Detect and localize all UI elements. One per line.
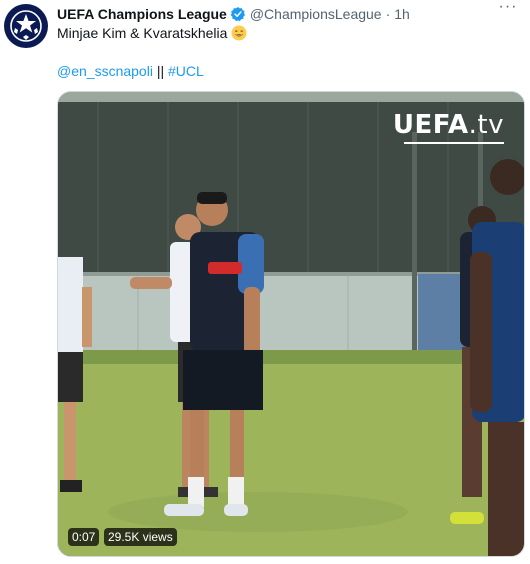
brand-watermark: UEFA.tv [393, 110, 504, 140]
tweet-card[interactable]: UEFA Champions League @ChampionsLeague ·… [0, 0, 530, 564]
more-options-icon[interactable]: ··· [496, 0, 520, 18]
links-divider: || [156, 63, 165, 79]
tweet-links: @en_sscnapoli || #UCL [57, 63, 204, 79]
video-frame [58, 92, 524, 556]
video-player[interactable]: UEFA.tv 0:07 29.5K views [57, 91, 525, 557]
grinning-emoji-icon [231, 25, 247, 41]
video-duration: 0:07 [68, 528, 100, 546]
video-views: 29.5K views [104, 528, 177, 546]
hashtag-link[interactable]: #UCL [168, 63, 204, 79]
avatar[interactable] [4, 4, 48, 48]
starball-logo-icon [10, 10, 42, 42]
author-name[interactable]: UEFA Champions League [57, 6, 227, 22]
tweet-text-content: Minjae Kim & Kvaratskhelia [57, 25, 228, 41]
mention-link[interactable]: @en_sscnapoli [57, 63, 153, 79]
separator-dot: · [385, 6, 391, 22]
tweet-text: Minjae Kim & Kvaratskhelia [57, 25, 247, 41]
verified-badge-icon [230, 7, 245, 22]
tweet-header: UEFA Champions League @ChampionsLeague ·… [57, 4, 490, 24]
brand-underline [404, 142, 504, 144]
author-handle[interactable]: @ChampionsLeague [250, 6, 382, 22]
brand-name: UEFA [392, 110, 469, 140]
brand-suffix: .tv [468, 110, 504, 140]
timestamp[interactable]: 1h [394, 6, 410, 22]
